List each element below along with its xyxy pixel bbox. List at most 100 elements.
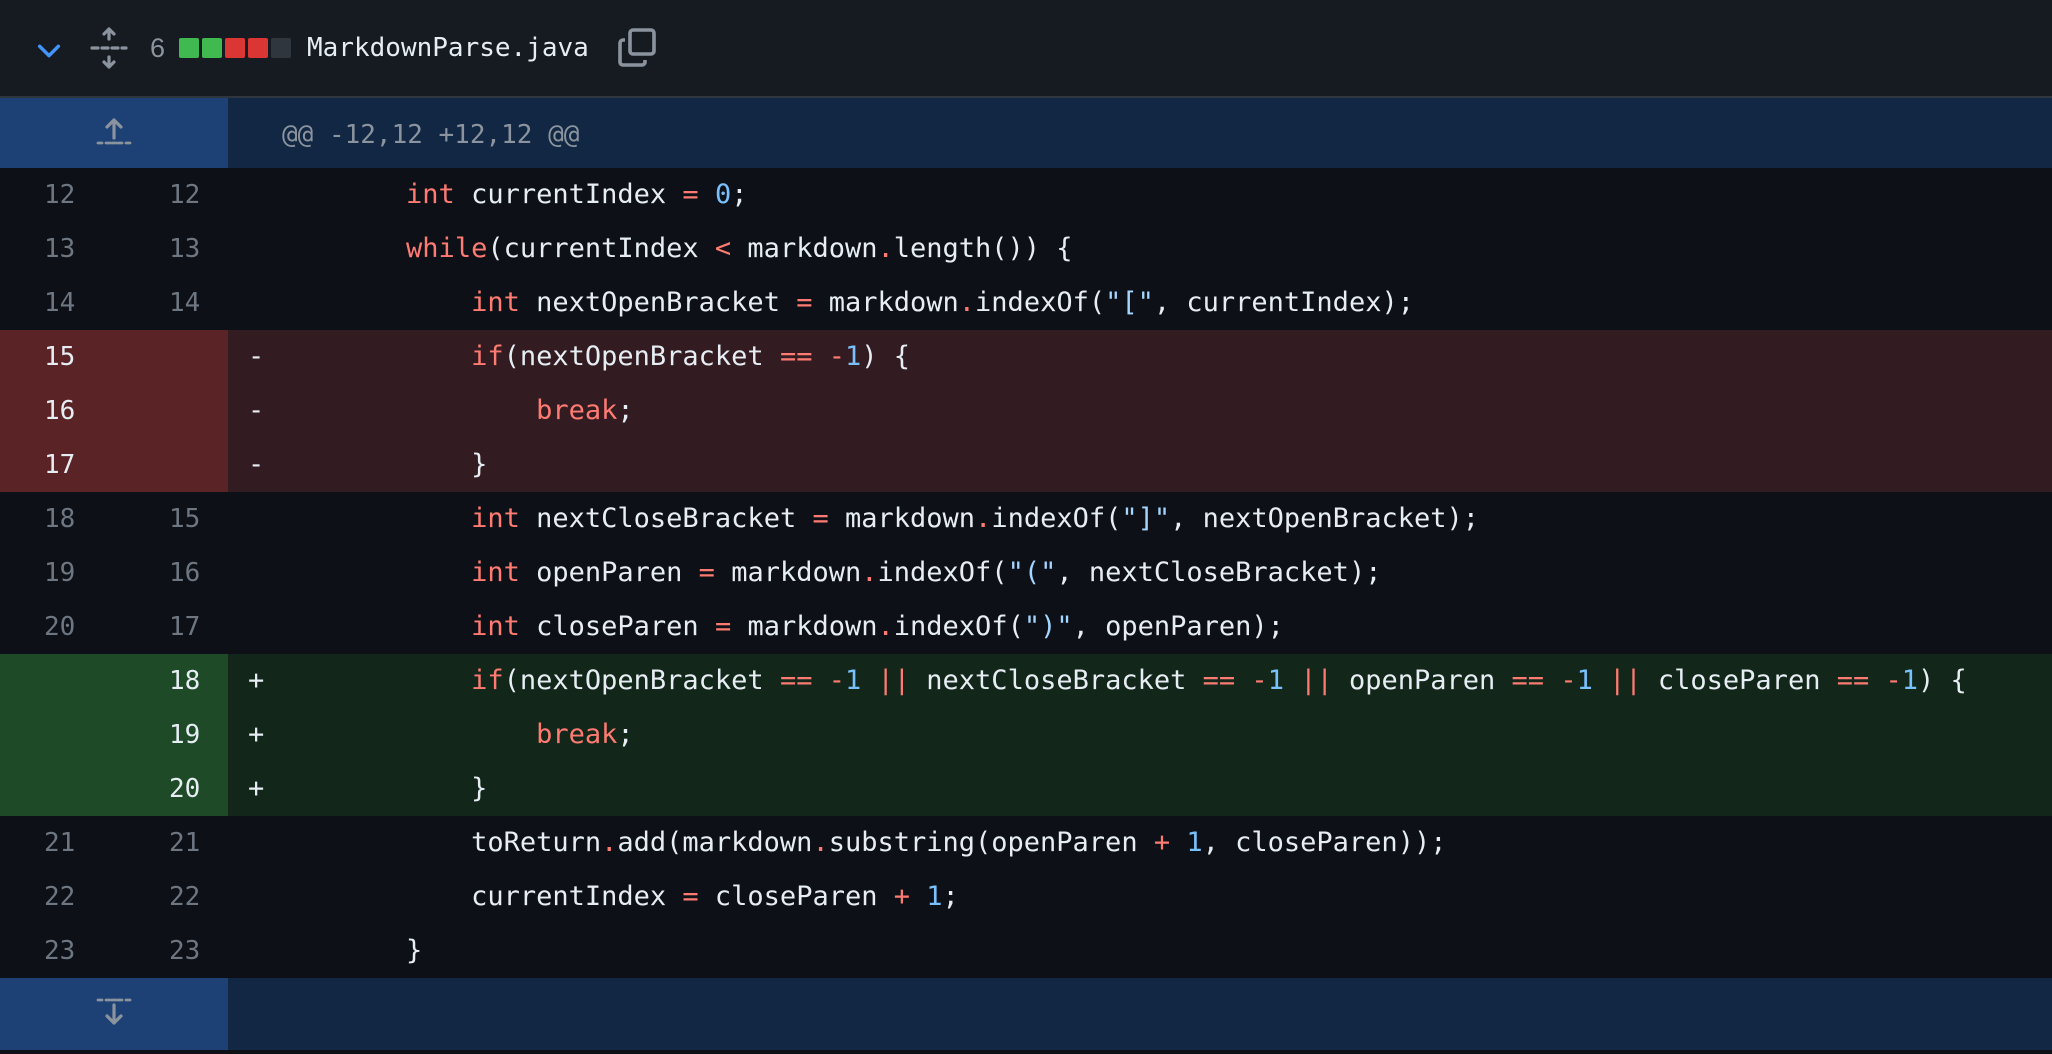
diff-marker: - — [248, 449, 265, 480]
new-line-number[interactable]: 21 — [114, 816, 228, 870]
code-token: (currentIndex — [487, 233, 715, 264]
code-token: "]" — [1121, 503, 1171, 534]
diff-marker — [228, 546, 276, 600]
code-token: . — [812, 827, 829, 858]
code-token: == — [1202, 665, 1236, 696]
expand-down-icon — [94, 997, 134, 1032]
code-token: 0 — [714, 179, 732, 210]
diff-marker — [228, 222, 276, 276]
code-token: closeParen — [1641, 665, 1837, 696]
diff-marker — [228, 492, 276, 546]
code-token: markdown — [731, 611, 878, 642]
code-token: add(markdown — [617, 827, 813, 858]
code-token: indexOf( — [893, 611, 1024, 642]
new-line-number[interactable]: 22 — [114, 870, 228, 924]
code-token: ; — [617, 395, 634, 426]
diff-line: 16 - break; — [0, 384, 2052, 438]
diff-line: 17 - } — [0, 438, 2052, 492]
code-token: ) { — [861, 341, 911, 372]
expand-up-icon — [94, 116, 134, 151]
diff-marker — [228, 924, 276, 978]
code-token: , nextOpenBracket); — [1170, 503, 1479, 534]
code-line: int closeParen = markdown.indexOf(")", o… — [276, 600, 2052, 654]
expand-down-button[interactable] — [0, 978, 228, 1050]
old-line-number[interactable] — [0, 762, 114, 816]
code-token: . — [861, 557, 878, 588]
old-line-number[interactable]: 19 — [0, 546, 114, 600]
new-line-number[interactable]: 23 — [114, 924, 228, 978]
diff-line: 18 + if(nextOpenBracket == -1 || nextClos… — [0, 654, 2052, 708]
new-line-number[interactable] — [114, 438, 228, 492]
old-line-number[interactable]: 12 — [0, 168, 114, 222]
new-line-number[interactable] — [114, 384, 228, 438]
old-line-number[interactable]: 23 — [0, 924, 114, 978]
old-line-number[interactable] — [0, 708, 114, 762]
code-token: + — [893, 881, 910, 912]
new-line-number[interactable]: 18 — [114, 654, 228, 708]
code-token: 1 — [844, 665, 862, 696]
diffstat-block — [225, 38, 246, 58]
new-line-number[interactable]: 12 — [114, 168, 228, 222]
code-token: . — [877, 233, 894, 264]
diff-line: 13 13 while(currentIndex < markdown.lengt… — [0, 222, 2052, 276]
code-token: 1 — [1186, 827, 1203, 858]
new-line-number[interactable] — [114, 330, 228, 384]
diff-line: 22 22 currentIndex = closeParen + 1; — [0, 870, 2052, 924]
code-token: int — [471, 611, 520, 642]
new-line-number[interactable]: 17 — [114, 600, 228, 654]
code-line: currentIndex = closeParen + 1; — [276, 870, 2052, 924]
code-token: } — [276, 773, 488, 804]
changes-count: 6 — [150, 32, 166, 63]
old-line-number[interactable]: 18 — [0, 492, 114, 546]
new-line-number[interactable]: 13 — [114, 222, 228, 276]
diffstat-blocks — [179, 38, 292, 58]
code-token: toReturn — [276, 827, 602, 858]
code-token: || — [1300, 665, 1333, 696]
new-line-number[interactable]: 14 — [114, 276, 228, 330]
new-line-number[interactable]: 15 — [114, 492, 228, 546]
old-line-number[interactable]: 22 — [0, 870, 114, 924]
diff-marker — [228, 870, 276, 924]
code-token: , closeParen)); — [1202, 827, 1447, 858]
new-line-number[interactable]: 20 — [114, 762, 228, 816]
code-token: markdown — [731, 233, 878, 264]
old-line-number[interactable]: 16 — [0, 384, 114, 438]
old-line-number[interactable] — [0, 654, 114, 708]
unfold-icon[interactable] — [90, 27, 128, 69]
code-token: 1 — [1267, 665, 1284, 696]
old-line-number[interactable]: 20 — [0, 600, 114, 654]
new-line-number[interactable]: 19 — [114, 708, 228, 762]
code-token: = — [682, 179, 699, 210]
old-line-number[interactable]: 21 — [0, 816, 114, 870]
copy-icon[interactable] — [617, 27, 659, 69]
code-token: - — [828, 341, 845, 372]
code-token: if — [471, 665, 504, 696]
old-line-number[interactable]: 17 — [0, 438, 114, 492]
old-line-number[interactable]: 13 — [0, 222, 114, 276]
code-token: 1 — [1576, 665, 1593, 696]
file-name[interactable]: MarkdownParse.java — [307, 33, 589, 63]
code-token: ")" — [1023, 611, 1073, 642]
code-token: indexOf( — [975, 287, 1106, 318]
chevron-down-icon[interactable] — [34, 35, 64, 65]
code-token: } — [276, 935, 423, 966]
code-token: = — [714, 611, 732, 642]
code-token: , currentIndex); — [1153, 287, 1414, 318]
code-line: } — [276, 924, 2052, 978]
new-line-number[interactable]: 16 — [114, 546, 228, 600]
old-line-number[interactable]: 15 — [0, 330, 114, 384]
diff-marker: - — [248, 341, 265, 372]
old-line-number[interactable]: 14 — [0, 276, 114, 330]
diff-marker — [228, 600, 276, 654]
code-token: 1 — [1901, 665, 1919, 696]
expand-up-button[interactable] — [0, 98, 228, 168]
